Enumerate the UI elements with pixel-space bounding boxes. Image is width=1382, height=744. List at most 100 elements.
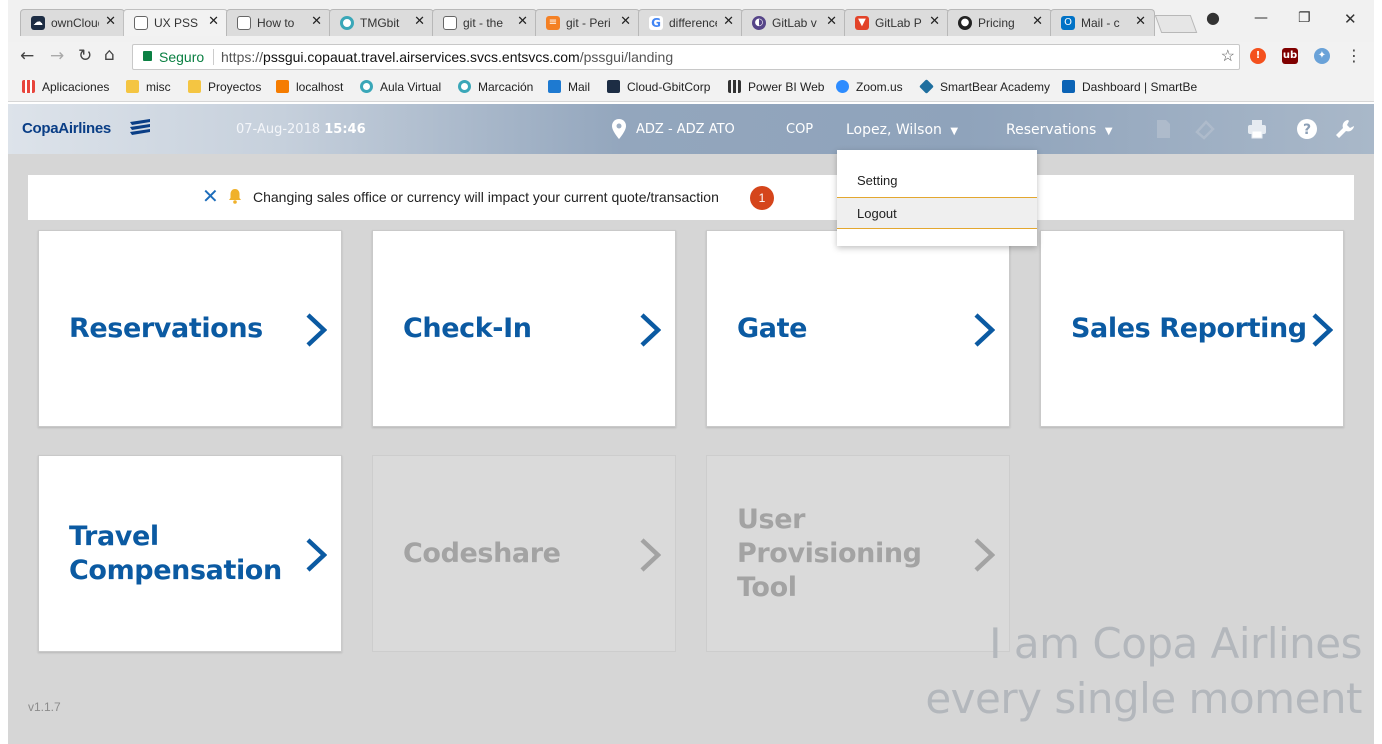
bookmark-item[interactable]: Cloud-GbitCorp	[607, 80, 710, 94]
tab-title: Mail - c	[1081, 16, 1120, 30]
bookmark-label: Dashboard | SmartBe	[1082, 80, 1198, 94]
scanner-icon[interactable]	[1194, 118, 1216, 140]
chevron-down-icon: ▼	[950, 126, 959, 137]
browser-tab-active[interactable]: UX PSS Gui ✕	[123, 9, 228, 36]
bookmark-label: SmartBear Academy	[940, 80, 1051, 94]
page-icon	[237, 16, 251, 30]
close-tab-icon[interactable]: ✕	[929, 14, 940, 29]
sales-office-selector[interactable]: ADZ - ADZ ATO	[636, 122, 735, 137]
bookmark-item[interactable]: localhost	[276, 80, 343, 94]
tile-reservations[interactable]: Reservations	[38, 230, 342, 427]
bookmark-item[interactable]: misc	[126, 80, 171, 94]
menu-icon[interactable]: ⋮	[1346, 46, 1362, 65]
home-icon[interactable]: ⌂	[104, 45, 115, 65]
close-tab-icon[interactable]: ✕	[105, 14, 116, 29]
browser-tab[interactable]: ▼ GitLab P ✕	[844, 9, 949, 36]
tile-codeshare: Codeshare	[372, 455, 676, 652]
xampp-icon	[276, 80, 289, 93]
copa-logo[interactable]: CopaAirlines	[22, 119, 150, 137]
tile-label: Check-In	[403, 312, 532, 344]
profile-icon[interactable]: ●	[1206, 8, 1220, 27]
browser-tab[interactable]: G difference ✕	[638, 9, 743, 36]
tile-label: Reservations	[69, 312, 263, 344]
browser-tab[interactable]: ☁ ownCloud ✕	[20, 9, 125, 36]
reload-icon[interactable]: ↻	[78, 46, 92, 66]
ublock-icon[interactable]: ub	[1282, 48, 1298, 64]
address-bar[interactable]: Seguro https://pssgui.copauat.travel.air…	[132, 44, 1240, 70]
user-menu[interactable]: Lopez, Wilson ▼	[846, 122, 958, 138]
bookmark-item[interactable]: Dashboard | SmartBe	[1062, 80, 1197, 94]
help-icon[interactable]: ?	[1296, 118, 1318, 140]
omnibox-separator	[213, 49, 214, 65]
tab-title: difference	[669, 16, 717, 30]
tab-title: Pricing	[978, 16, 1015, 30]
restore-icon[interactable]: ❐	[1298, 10, 1311, 26]
menu-item-logout[interactable]: Logout	[837, 197, 1037, 229]
header-datetime: 07-Aug-2018 15:46	[236, 122, 366, 137]
close-tab-icon[interactable]: ✕	[620, 14, 631, 29]
bookmark-label: Cloud-GbitCorp	[627, 80, 711, 94]
bookmark-item[interactable]: Power BI Web	[728, 80, 824, 94]
bookmark-item[interactable]: Marcación	[458, 80, 533, 94]
bookmark-label: Marcación	[478, 80, 534, 94]
bookmark-item[interactable]: Zoom.us	[836, 80, 903, 94]
close-tab-icon[interactable]: ✕	[208, 14, 219, 29]
bookmarks-bar: Aplicaciones misc Proyectos localhost Au…	[8, 72, 1374, 102]
minimize-icon[interactable]: —	[1254, 10, 1268, 26]
back-icon[interactable]: ←	[20, 46, 34, 66]
menu-item-setting[interactable]: Setting	[837, 165, 1037, 197]
chevron-right-icon	[306, 313, 327, 347]
extension-icon[interactable]: ✦	[1314, 48, 1330, 64]
close-tab-icon[interactable]: ✕	[517, 14, 528, 29]
chevron-right-icon	[974, 538, 995, 572]
printer-icon[interactable]	[1246, 118, 1268, 140]
tab-title: git - Peri	[566, 16, 611, 30]
settings-wrench-icon[interactable]	[1334, 118, 1356, 140]
module-menu[interactable]: Reservations ▼	[1006, 122, 1113, 138]
close-window-icon[interactable]: ✕	[1344, 10, 1357, 28]
browser-tab[interactable]: ● Pricing ✕	[947, 9, 1052, 36]
close-tab-icon[interactable]: ✕	[723, 14, 734, 29]
url-scheme: https://	[221, 49, 264, 65]
powerbi-icon	[728, 80, 741, 93]
browser-tab[interactable]: git - the ✕	[432, 9, 537, 36]
outlook-icon: O	[1061, 16, 1075, 30]
browser-toolbar: ← → ↻ ⌂ Seguro https://pssgui.copauat.tr…	[8, 42, 1374, 72]
tile-sales-reporting[interactable]: Sales Reporting	[1040, 230, 1344, 427]
chevron-right-icon	[640, 313, 661, 347]
document-icon[interactable]	[1152, 118, 1174, 140]
tile-gate[interactable]: Gate	[706, 230, 1010, 427]
browser-tab[interactable]: TMGbit ✕	[329, 9, 434, 36]
close-tab-icon[interactable]: ✕	[1032, 14, 1043, 29]
close-tab-icon[interactable]: ✕	[826, 14, 837, 29]
alert-extension-icon[interactable]: !	[1250, 48, 1266, 64]
forward-icon[interactable]: →	[50, 46, 64, 66]
close-tab-icon[interactable]: ✕	[414, 14, 425, 29]
tab-title: TMGbit	[360, 16, 400, 30]
bookmark-item[interactable]: Mail	[548, 80, 590, 94]
close-notice-icon[interactable]: ✕	[202, 186, 219, 206]
tab-title: GitLab P	[875, 16, 922, 30]
header-date: 07-Aug-2018	[236, 122, 321, 137]
close-tab-icon[interactable]: ✕	[311, 14, 322, 29]
bookmark-item[interactable]: Aplicaciones	[22, 80, 109, 94]
tile-travel-compensation[interactable]: Travel Compensation	[38, 455, 342, 652]
page-icon	[443, 16, 457, 30]
bookmark-item[interactable]: Proyectos	[188, 80, 261, 94]
browser-tab[interactable]: ◐ GitLab v ✕	[741, 9, 846, 36]
bookmark-label: Proyectos	[208, 80, 262, 94]
chevron-right-icon	[974, 313, 995, 347]
tile-check-in[interactable]: Check-In	[372, 230, 676, 427]
browser-tab[interactable]: O Mail - c ✕	[1050, 9, 1155, 36]
currency-selector[interactable]: COP	[786, 122, 813, 137]
bookmark-item[interactable]: SmartBear Academy	[919, 79, 1051, 94]
notification-badge: 1	[750, 186, 774, 210]
bookmark-label: Aplicaciones	[42, 80, 110, 94]
apps-icon	[22, 80, 35, 93]
browser-tab[interactable]: ≡ git - Peri ✕	[535, 9, 640, 36]
browser-tab[interactable]: How to ✕	[226, 9, 331, 36]
close-tab-icon[interactable]: ✕	[1135, 14, 1146, 29]
bookmark-item[interactable]: Aula Virtual	[360, 80, 441, 94]
new-tab-button[interactable]	[1154, 15, 1198, 33]
bookmark-star-icon[interactable]: ☆	[1221, 45, 1235, 69]
